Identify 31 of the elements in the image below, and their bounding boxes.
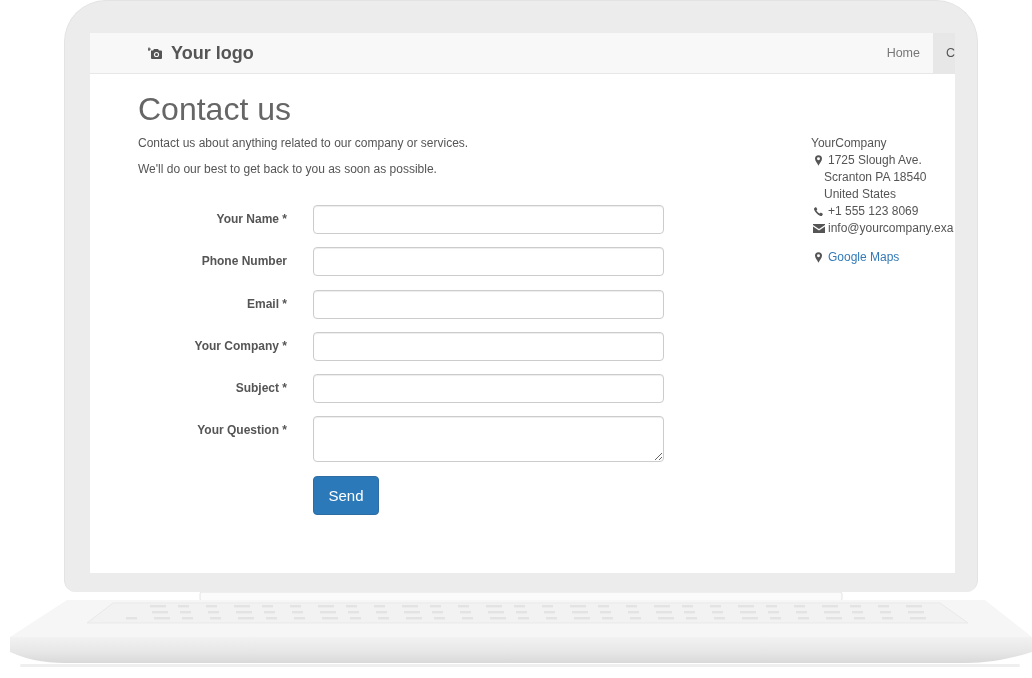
nav-link[interactable]: Home (873, 33, 933, 73)
company-name: YourCompany (811, 134, 887, 152)
input-field[interactable] (313, 289, 664, 319)
input-field[interactable] (313, 205, 664, 234)
form-label: Phone Number (200, 253, 287, 271)
location-pin-icon (815, 251, 822, 263)
page-title: Contact us (138, 91, 292, 127)
logo-link[interactable]: Your logo (90, 33, 254, 73)
textarea-field[interactable] (313, 416, 664, 463)
form-label: Your Name * (215, 211, 287, 228)
input-field[interactable] (313, 374, 664, 404)
address-line: 1725 Slough Ave. (828, 151, 922, 169)
intro-text: We'll do our best to get back to you as soon as possible. (138, 160, 438, 178)
phone-icon (814, 206, 823, 216)
address-line: United States (824, 185, 897, 203)
map-link[interactable]: Google Maps (828, 248, 900, 266)
email-address: info@yourcompany.exa (828, 219, 954, 237)
location-pin-icon (815, 154, 822, 166)
nav-link[interactable]: C (932, 33, 955, 73)
form-label: Subject * (234, 380, 287, 398)
form-label: Email * (245, 295, 287, 313)
phone-number: +1 555 123 8069 (828, 202, 919, 220)
form-label: Your Company * (193, 337, 287, 355)
envelope-icon (812, 223, 825, 233)
send-button[interactable]: Send (313, 475, 379, 515)
input-field[interactable] (313, 247, 664, 277)
camera-icon (148, 47, 162, 59)
address-line: Scranton PA 18540 (824, 168, 927, 186)
input-field[interactable] (313, 331, 664, 361)
intro-text: Contact us about anything related to our company or services. (138, 134, 470, 152)
form-label: Your Question * (196, 422, 287, 440)
